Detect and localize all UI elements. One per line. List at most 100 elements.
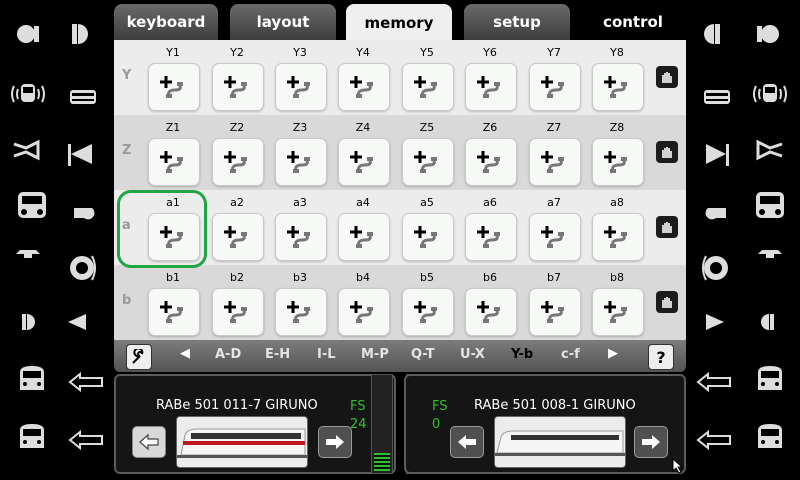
- horn-icon[interactable]: [744, 130, 792, 170]
- direction-right-button[interactable]: [634, 426, 668, 458]
- fan-icon[interactable]: [690, 248, 738, 288]
- memory-slot-button[interactable]: [529, 63, 581, 111]
- memory-slot-button[interactable]: [212, 63, 264, 111]
- headlight-icon[interactable]: [54, 14, 102, 54]
- memory-slot-label: Z3: [292, 121, 308, 134]
- signal-horn-icon[interactable]: [692, 134, 740, 174]
- memory-slot-label: a4: [356, 196, 370, 209]
- loco-side-icon[interactable]: [8, 418, 56, 458]
- light-icon[interactable]: [744, 14, 792, 54]
- train-bell-icon[interactable]: [58, 78, 106, 118]
- direction-left-button[interactable]: [450, 426, 484, 458]
- memory-slot-button[interactable]: [275, 213, 327, 261]
- page-u-x[interactable]: U-X: [460, 347, 485, 362]
- whistle-icon[interactable]: [60, 194, 108, 234]
- memory-slot-button[interactable]: [212, 213, 264, 261]
- sound-icon[interactable]: [746, 74, 794, 114]
- hand-stop-icon[interactable]: [656, 66, 678, 88]
- hand-stop-icon[interactable]: [656, 141, 678, 163]
- direction-right-button[interactable]: [318, 426, 352, 458]
- tab-keyboard[interactable]: keyboard: [114, 4, 218, 40]
- hand-stop-icon[interactable]: [656, 216, 678, 238]
- tab-layout[interactable]: layout: [230, 4, 336, 40]
- signal-horn-icon[interactable]: [690, 302, 738, 342]
- tab-memory[interactable]: memory: [346, 4, 452, 42]
- memory-slot-button[interactable]: [338, 288, 390, 336]
- speed-gauge-left[interactable]: [371, 374, 393, 474]
- arrow-left-icon[interactable]: [690, 362, 738, 402]
- arrow-left-icon[interactable]: [690, 420, 738, 460]
- memory-slot-button[interactable]: [275, 138, 327, 186]
- memory-cell: b6: [461, 268, 519, 338]
- cab-light-icon[interactable]: [4, 302, 52, 342]
- memory-slot-button[interactable]: [402, 213, 454, 261]
- fan-icon[interactable]: [60, 248, 108, 288]
- page-c-f[interactable]: c-f: [561, 347, 580, 362]
- memory-slot-button[interactable]: [465, 63, 517, 111]
- memory-slot-button[interactable]: [338, 138, 390, 186]
- help-button[interactable]: ?: [648, 344, 674, 370]
- wrench-icon[interactable]: [126, 344, 152, 370]
- page-a-d[interactable]: A-D: [215, 347, 241, 362]
- memory-slot-button[interactable]: [592, 138, 644, 186]
- memory-slot-label: b3: [293, 271, 307, 284]
- sound-icon[interactable]: [4, 74, 52, 114]
- loco-side-icon[interactable]: [746, 418, 794, 458]
- memory-slot-button[interactable]: [529, 138, 581, 186]
- page-m-p[interactable]: M-P: [361, 347, 389, 362]
- signal-horn-icon[interactable]: [58, 134, 106, 174]
- tab-control[interactable]: control: [580, 4, 686, 40]
- memory-slot-button[interactable]: [592, 213, 644, 261]
- direction-left-button[interactable]: [132, 426, 166, 458]
- memory-slot-label: b1: [166, 271, 180, 284]
- ventilator-icon[interactable]: [746, 236, 794, 276]
- memory-slot-button[interactable]: [465, 288, 517, 336]
- loco-front-icon[interactable]: [8, 186, 56, 226]
- prev-page-icon[interactable]: ◀: [180, 346, 190, 361]
- memory-slot-label: a6: [483, 196, 497, 209]
- selected-cell-highlight: [117, 190, 207, 268]
- page-y-b[interactable]: Y-b: [511, 347, 533, 362]
- loco-front-icon[interactable]: [746, 186, 794, 226]
- memory-slot-button[interactable]: [148, 288, 200, 336]
- signal-horn-icon[interactable]: [54, 302, 102, 342]
- hand-stop-icon[interactable]: [656, 291, 678, 313]
- page-q-t[interactable]: Q-T: [411, 347, 435, 362]
- loco-side-icon[interactable]: [8, 360, 56, 400]
- memory-slot-button[interactable]: [465, 213, 517, 261]
- memory-slot-button[interactable]: [275, 63, 327, 111]
- arrow-left-icon[interactable]: [62, 362, 110, 402]
- headlight-icon[interactable]: [690, 14, 738, 54]
- memory-slot-button[interactable]: [592, 63, 644, 111]
- memory-cell: Y5: [398, 43, 456, 113]
- memory-slot-button[interactable]: [338, 213, 390, 261]
- ventilator-icon[interactable]: [4, 236, 52, 276]
- memory-slot-label: Y4: [356, 46, 370, 59]
- next-page-icon[interactable]: ▶: [608, 346, 618, 361]
- memory-slot-button[interactable]: [148, 63, 200, 111]
- memory-slot-button[interactable]: [402, 138, 454, 186]
- page-e-h[interactable]: E-H: [265, 347, 290, 362]
- page-i-l[interactable]: I-L: [317, 347, 336, 362]
- memory-slot-button[interactable]: [212, 288, 264, 336]
- memory-slot-button[interactable]: [148, 138, 200, 186]
- memory-slot-button[interactable]: [338, 63, 390, 111]
- horn-icon[interactable]: [4, 130, 52, 170]
- light-icon[interactable]: [4, 14, 52, 54]
- memory-slot-button[interactable]: [275, 288, 327, 336]
- page-bar: ◀ A-D E-H I-L M-P Q-T U-X Y-b c-f ▶ ?: [114, 340, 686, 372]
- loco-side-icon[interactable]: [746, 360, 794, 400]
- memory-slot-button[interactable]: [592, 288, 644, 336]
- tab-setup[interactable]: setup: [464, 4, 570, 40]
- memory-slot-button[interactable]: [465, 138, 517, 186]
- train-bell-icon[interactable]: [694, 78, 742, 118]
- memory-slot-button[interactable]: [402, 63, 454, 111]
- memory-slot-button[interactable]: [529, 213, 581, 261]
- arrow-left-icon[interactable]: [62, 420, 110, 460]
- memory-slot-button[interactable]: [212, 138, 264, 186]
- memory-slot-button[interactable]: [529, 288, 581, 336]
- memory-slot-label: b6: [483, 271, 497, 284]
- whistle-icon[interactable]: [692, 194, 740, 234]
- cab-light-icon[interactable]: [744, 302, 792, 342]
- memory-slot-button[interactable]: [402, 288, 454, 336]
